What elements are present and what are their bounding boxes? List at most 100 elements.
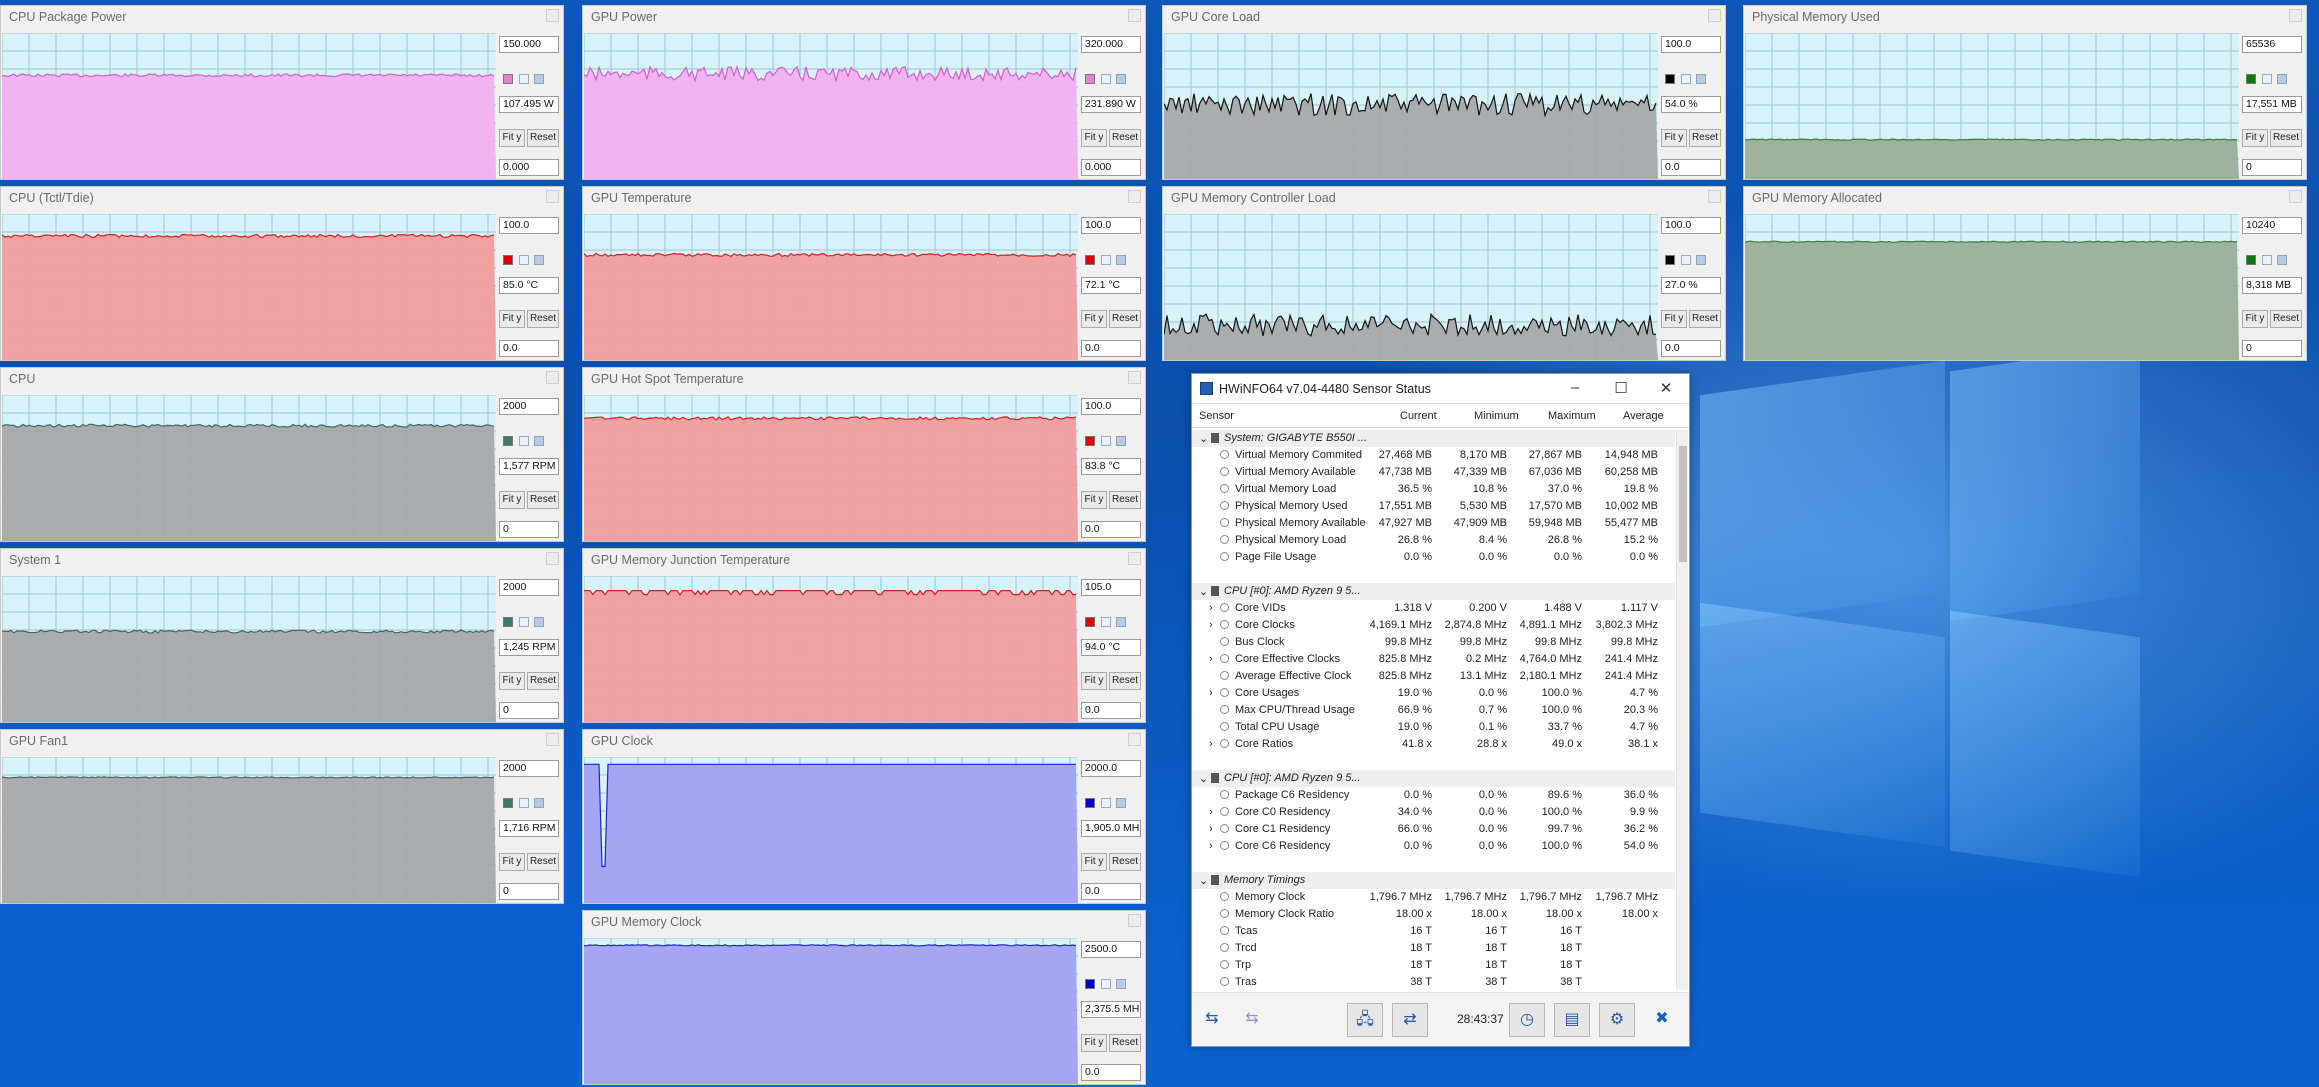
- graph-window[interactable]: GPU Memory Controller Load 100.0 27.0 % Fit…: [1162, 186, 1726, 361]
- scrollbar-thumb[interactable]: [1679, 446, 1687, 562]
- style-swatch[interactable]: [1101, 74, 1111, 84]
- style-swatch[interactable]: [1101, 436, 1111, 446]
- graph-close-icon[interactable]: [1128, 190, 1141, 203]
- graph-window[interactable]: CPU Package Power 150.000 107.495 W Fit y Re…: [0, 5, 564, 180]
- graph-window[interactable]: System 1 2000 1,245 RPM Fit y Reset 0: [0, 548, 564, 723]
- graph-min-value[interactable]: 0.0: [1081, 702, 1141, 719]
- collapse-icon[interactable]: ⌄: [1199, 874, 1208, 887]
- graph-window[interactable]: GPU Power 320.000 231.890 W Fit y Reset 0.000: [582, 5, 1146, 180]
- nav-right-button[interactable]: ⇆: [1234, 1003, 1270, 1037]
- reset-button[interactable]: Reset: [1109, 1034, 1141, 1052]
- close-button[interactable]: ✖: [1644, 1003, 1680, 1037]
- graph-max-value[interactable]: 105.0: [1081, 579, 1141, 596]
- graph-window[interactable]: GPU Fan1 2000 1,716 RPM Fit y Reset 0: [0, 729, 564, 904]
- sensor-row[interactable]: › Core VIDs 1.318 V 0.200 V 1.488 V 1.117 V: [1192, 600, 1675, 617]
- sensor-row[interactable]: Bus Clock 99.8 MHz 99.8 MHz 99.8 MHz 99.8 MH…: [1192, 634, 1675, 651]
- style-swatch[interactable]: [1116, 255, 1126, 265]
- style-swatch[interactable]: [519, 74, 529, 84]
- maximize-icon[interactable]: ☐: [1612, 379, 1630, 397]
- sensor-row[interactable]: › Core Ratios 41.8 x 28.8 x 49.0 x 38.1 x: [1192, 736, 1675, 753]
- color-swatch[interactable]: [1085, 979, 1095, 989]
- graph-max-value[interactable]: 10240: [2242, 217, 2302, 234]
- connect-button[interactable]: ⇄: [1392, 1003, 1428, 1037]
- graph-min-value[interactable]: 0: [2242, 340, 2302, 357]
- reset-button[interactable]: Reset: [2270, 310, 2302, 328]
- fit-y-button[interactable]: Fit y: [499, 310, 525, 328]
- color-swatch[interactable]: [2246, 255, 2256, 265]
- header-average[interactable]: Average: [1623, 410, 1664, 422]
- color-swatch[interactable]: [1085, 436, 1095, 446]
- expand-icon[interactable]: ›: [1209, 602, 1213, 614]
- style-swatch[interactable]: [1116, 617, 1126, 627]
- style-swatch[interactable]: [1681, 255, 1691, 265]
- style-swatch[interactable]: [534, 617, 544, 627]
- graph-window[interactable]: GPU Clock 2000.0 1,905.0 MH Fit y Reset 0.0: [582, 729, 1146, 904]
- sensor-row[interactable]: Virtual Memory Commited 27,468 MB 8,170 MB…: [1192, 447, 1675, 464]
- graph-min-value[interactable]: 0: [499, 883, 559, 900]
- style-swatch[interactable]: [519, 255, 529, 265]
- expand-icon[interactable]: ›: [1209, 687, 1213, 699]
- fit-y-button[interactable]: Fit y: [1661, 310, 1687, 328]
- title-bar[interactable]: HWiNFO64 v7.04-4480 Sensor Status – ☐ ✕: [1192, 374, 1689, 404]
- graph-close-icon[interactable]: [1708, 9, 1721, 22]
- export-button[interactable]: ▤: [1554, 1003, 1590, 1037]
- sensor-row[interactable]: › Core Effective Clocks 825.8 MHz 0.2 MHz 4,…: [1192, 651, 1675, 668]
- header-sensor[interactable]: Sensor: [1199, 410, 1234, 422]
- style-swatch[interactable]: [1101, 255, 1111, 265]
- sensor-row[interactable]: › Core Clocks 4,169.1 MHz 2,874.8 MHz 4,891.…: [1192, 617, 1675, 634]
- reset-button[interactable]: Reset: [527, 310, 559, 328]
- graph-close-icon[interactable]: [1128, 9, 1141, 22]
- style-swatch[interactable]: [534, 798, 544, 808]
- fit-y-button[interactable]: Fit y: [1081, 491, 1107, 509]
- style-swatch[interactable]: [534, 436, 544, 446]
- graph-window[interactable]: GPU Memory Allocated 10240 8,318 MB Fit y Re…: [1743, 186, 2307, 361]
- sensor-row[interactable]: Physical Memory Available 47,927 MB 47,909…: [1192, 515, 1675, 532]
- graph-max-value[interactable]: 100.0: [499, 217, 559, 234]
- graph-max-value[interactable]: 100.0: [1661, 217, 1721, 234]
- style-swatch[interactable]: [1101, 617, 1111, 627]
- sensor-row[interactable]: Package C6 Residency 0.0 % 0.0 % 89.6 % 36.0…: [1192, 787, 1675, 804]
- graph-min-value[interactable]: 0.0: [1661, 159, 1721, 176]
- sensor-row[interactable]: Virtual Memory Load 36.5 % 10.8 % 37.0 % 19.…: [1192, 481, 1675, 498]
- graph-max-value[interactable]: 100.0: [1081, 398, 1141, 415]
- expand-icon[interactable]: ›: [1209, 840, 1213, 852]
- minimize-icon[interactable]: –: [1566, 379, 1584, 396]
- header-maximum[interactable]: Maximum: [1548, 410, 1596, 422]
- graph-window[interactable]: GPU Core Load 100.0 54.0 % Fit y Reset 0.0: [1162, 5, 1726, 180]
- graph-window[interactable]: CPU (Tctl/Tdie) 100.0 85.0 °C Fit y Reset 0.0: [0, 186, 564, 361]
- graph-window[interactable]: CPU 2000 1,577 RPM Fit y Reset 0: [0, 367, 564, 542]
- collapse-icon[interactable]: ⌄: [1199, 772, 1208, 785]
- graph-close-icon[interactable]: [1128, 914, 1141, 927]
- reset-button[interactable]: Reset: [527, 672, 559, 690]
- fit-y-button[interactable]: Fit y: [499, 853, 525, 871]
- sensor-row[interactable]: › Core Usages 19.0 % 0.0 % 100.0 % 4.7 %: [1192, 685, 1675, 702]
- graph-min-value[interactable]: 0: [499, 521, 559, 538]
- sensor-list[interactable]: ⌄ System: GIGABYTE B550I ... Virtual Memor…: [1192, 430, 1675, 990]
- collapse-icon[interactable]: ⌄: [1199, 432, 1208, 445]
- color-swatch[interactable]: [1085, 798, 1095, 808]
- color-swatch[interactable]: [1665, 74, 1675, 84]
- reset-button[interactable]: Reset: [527, 491, 559, 509]
- graph-max-value[interactable]: 65536: [2242, 36, 2302, 53]
- graph-window[interactable]: GPU Memory Junction Temperature 105.0 94.0…: [582, 548, 1146, 723]
- fit-y-button[interactable]: Fit y: [1661, 129, 1687, 147]
- style-swatch[interactable]: [1696, 255, 1706, 265]
- expand-icon[interactable]: ›: [1209, 738, 1213, 750]
- style-swatch[interactable]: [1116, 979, 1126, 989]
- style-swatch[interactable]: [2277, 255, 2287, 265]
- graph-min-value[interactable]: 0.000: [499, 159, 559, 176]
- expand-icon[interactable]: ›: [1209, 806, 1213, 818]
- reset-button[interactable]: Reset: [1109, 310, 1141, 328]
- graph-min-value[interactable]: 0.000: [1081, 159, 1141, 176]
- color-swatch[interactable]: [1085, 255, 1095, 265]
- fit-y-button[interactable]: Fit y: [2242, 129, 2268, 147]
- style-swatch[interactable]: [1681, 74, 1691, 84]
- sensor-row[interactable]: Total CPU Usage 19.0 % 0.1 % 33.7 % 4.7 %: [1192, 719, 1675, 736]
- graph-max-value[interactable]: 100.0: [1081, 217, 1141, 234]
- sensor-group-row[interactable]: ⌄ CPU [#0]: AMD Ryzen 9 5...: [1192, 770, 1675, 787]
- reset-button[interactable]: Reset: [1689, 310, 1721, 328]
- style-swatch[interactable]: [2262, 74, 2272, 84]
- color-swatch[interactable]: [503, 617, 513, 627]
- style-swatch[interactable]: [1116, 798, 1126, 808]
- style-swatch[interactable]: [534, 74, 544, 84]
